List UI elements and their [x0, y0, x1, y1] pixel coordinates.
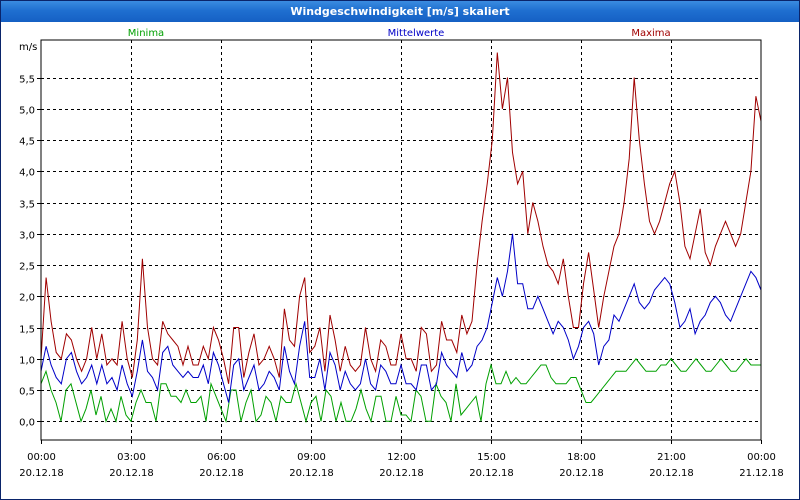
- y-tick-label: 1,0: [19, 356, 35, 367]
- window-title: Windgeschwindigkeit [m/s] skaliert: [1, 1, 799, 22]
- legend-entry-maxima: Maxima: [631, 28, 670, 39]
- legend-entry-minima: Minima: [128, 28, 164, 39]
- grid: [41, 40, 761, 440]
- y-tick-label: 0,5: [19, 387, 35, 398]
- x-tick-date: 20.12.18: [289, 468, 334, 479]
- y-axis-label: m/s: [19, 42, 37, 53]
- x-tick-date: 20.12.18: [559, 468, 604, 479]
- x-tick-time: 00:00: [747, 452, 776, 463]
- x-tick-time: 18:00: [567, 452, 596, 463]
- x-tick-time: 21:00: [657, 452, 686, 463]
- y-tick-label: 3,0: [19, 231, 35, 242]
- x-tick-date: 20.12.18: [649, 468, 694, 479]
- chart-window: Windgeschwindigkeit [m/s] skaliert 0,0 0,…: [0, 0, 800, 500]
- y-tick-label: 5,5: [19, 75, 35, 86]
- y-tick-label: 4,5: [19, 137, 35, 148]
- y-tick-label: 0,0: [19, 418, 35, 429]
- x-tick-time: 06:00: [207, 452, 236, 463]
- legend-entry-mittelwerte: Mittelwerte: [388, 28, 445, 39]
- legend: Minima Mittelwerte Maxima: [128, 28, 671, 39]
- x-tick-time: 00:00: [27, 452, 56, 463]
- chart-canvas: 0,0 0,5 1,0 1,5 2,0 2,5 3,0 3,5 4,0 4,5 5,0 5,5 m/s 0…: [19, 28, 784, 479]
- x-tick-date: 20.12.18: [109, 468, 154, 479]
- y-tick-label: 2,5: [19, 262, 35, 273]
- x-tick-date: 20.12.18: [379, 468, 424, 479]
- x-tick-date: 20.12.18: [19, 468, 64, 479]
- x-tick-date: 21.12.18: [739, 468, 784, 479]
- y-tick-label: 2,0: [19, 293, 35, 304]
- x-tick-date: 20.12.18: [469, 468, 514, 479]
- x-tick-time: 12:00: [387, 452, 416, 463]
- x-tick-time: 15:00: [477, 452, 506, 463]
- x-tick-time: 09:00: [297, 452, 326, 463]
- y-tick-label: 1,5: [19, 325, 35, 336]
- x-tick-date: 20.12.18: [199, 468, 244, 479]
- x-tick-time: 03:00: [117, 452, 146, 463]
- y-tick-label: 3,5: [19, 200, 35, 211]
- y-tick-label: 5,0: [19, 106, 35, 117]
- y-tick-label: 4,0: [19, 168, 35, 179]
